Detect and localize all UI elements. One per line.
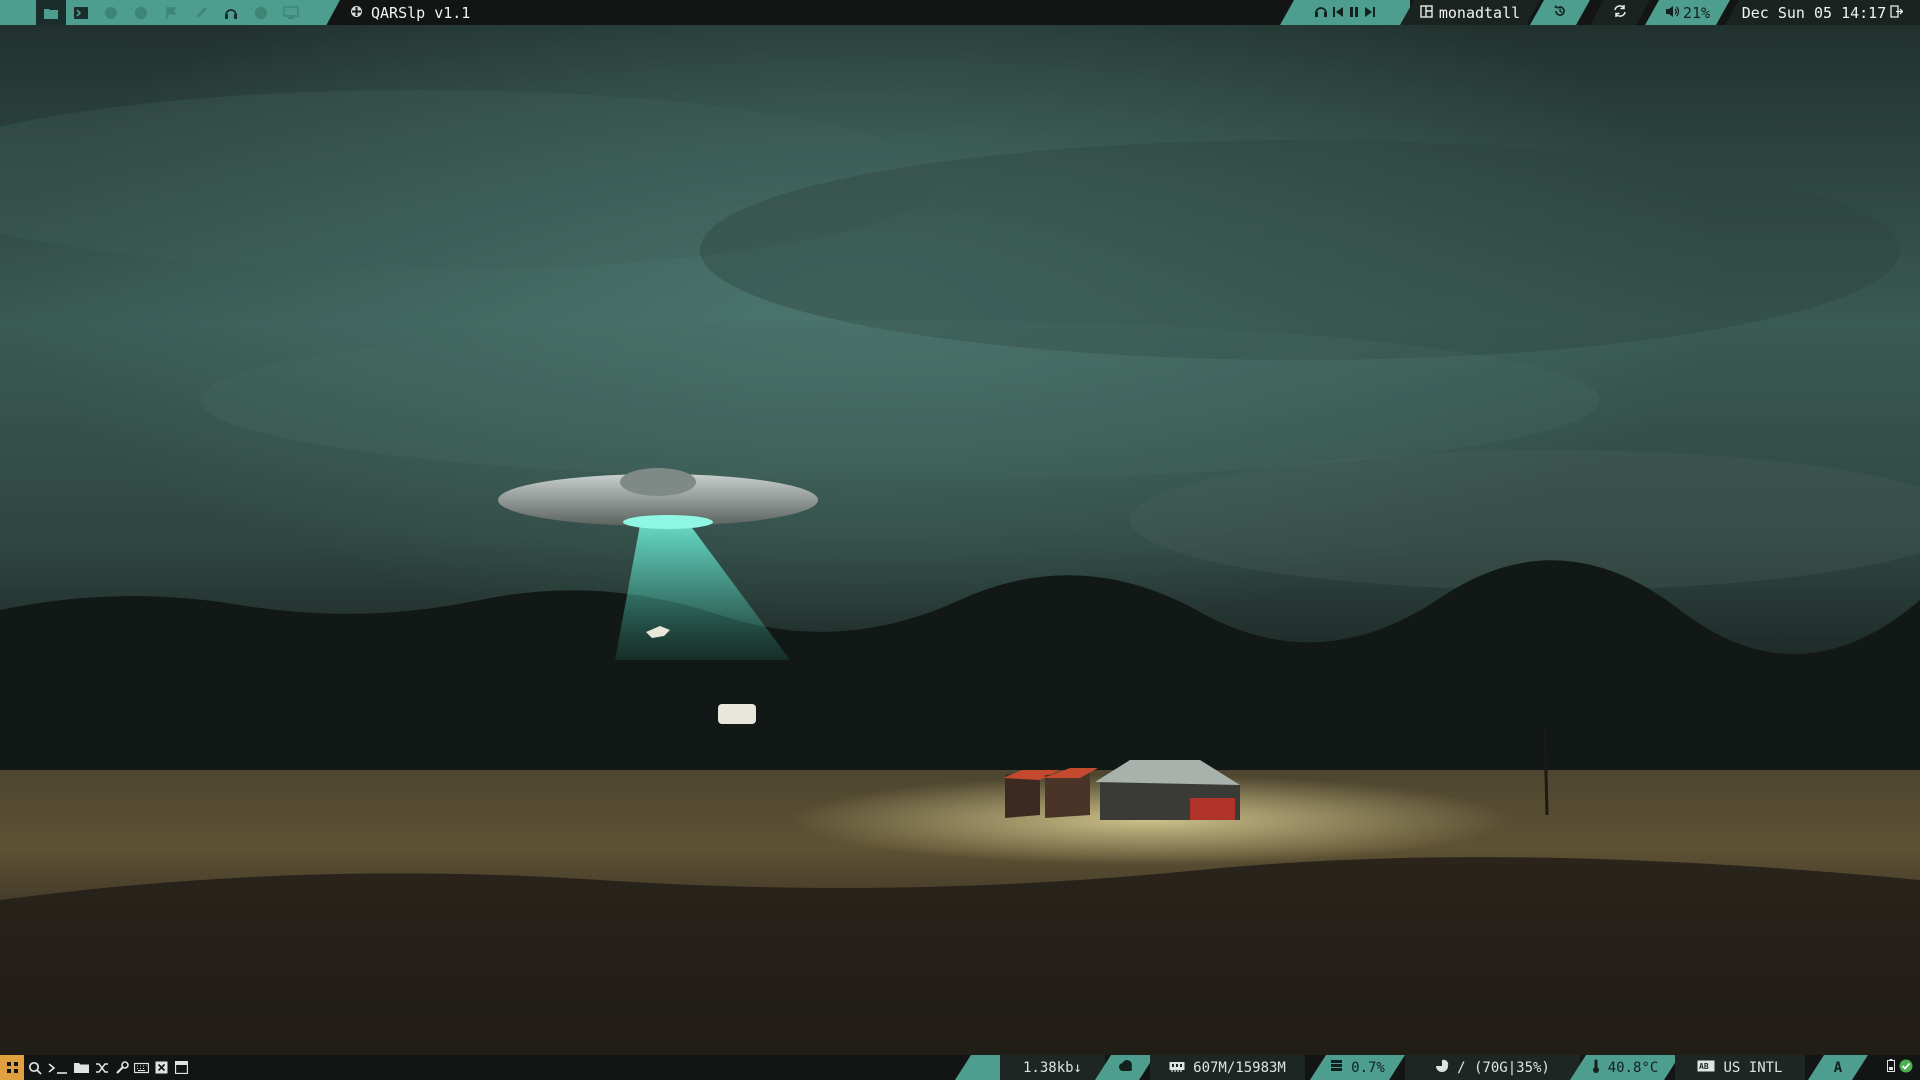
keyboard-layout-text: US INTL — [1723, 1059, 1783, 1076]
keyboard-icon[interactable] — [134, 1060, 149, 1075]
memory-text: 607M/15983M — [1193, 1059, 1286, 1076]
desktop: QARSlp v1.1 monadtall 21% Dec Sun 05 14:… — [0, 0, 1920, 1080]
current-layout[interactable]: monadtall — [1400, 0, 1540, 25]
launcher-area — [0, 1055, 189, 1080]
pause-icon[interactable] — [1348, 4, 1360, 22]
network-speed: 1.38kb↓ — [1000, 1055, 1105, 1080]
thermometer-icon — [1592, 1059, 1600, 1077]
group-icons — [36, 0, 306, 25]
previous-track-icon[interactable] — [1332, 4, 1344, 22]
layout-name: monadtall — [1438, 3, 1521, 22]
group-5-flag-icon[interactable] — [156, 0, 186, 25]
shuffle-icon[interactable] — [94, 1060, 109, 1075]
group-2-terminal-icon[interactable] — [66, 0, 96, 25]
media-controls — [1280, 0, 1410, 25]
app-menu-button[interactable] — [0, 1055, 24, 1080]
window-name: QARSlp v1.1 — [350, 0, 470, 25]
battery-icon[interactable] — [1887, 1059, 1895, 1076]
volume-widget[interactable]: 21% — [1645, 0, 1730, 25]
layout-letter: A — [1833, 1059, 1843, 1076]
history-button[interactable] — [1530, 0, 1590, 25]
keyboard-layout-icon: AB — [1697, 1060, 1715, 1076]
bottom-bar: 1.38kb↓ 607M/15983M 0.7% / (70G|35%) 40.… — [0, 1055, 1920, 1080]
folder-icon[interactable] — [74, 1060, 89, 1075]
volume-icon — [1665, 4, 1679, 22]
top-bar: QARSlp v1.1 monadtall 21% Dec Sun 05 14:… — [0, 0, 1920, 25]
terminal-icon[interactable] — [47, 1060, 69, 1075]
cpu-widget: 0.7% — [1310, 1055, 1405, 1080]
memory-widget: 607M/15983M — [1150, 1055, 1305, 1080]
headphones-icon — [1314, 4, 1328, 22]
cpu-icon — [1330, 1059, 1343, 1076]
clock-text: Dec Sun 05 14:17 — [1741, 3, 1887, 22]
clock[interactable]: Dec Sun 05 14:17 — [1725, 0, 1920, 25]
grid-icon — [6, 1062, 18, 1073]
temperature-text: 40.8°C — [1607, 1059, 1659, 1076]
keyboard-layout-widget[interactable]: AB US INTL — [1675, 1055, 1805, 1080]
group-4-circle-icon[interactable] — [126, 0, 156, 25]
memory-icon — [1169, 1060, 1185, 1076]
cloud-icon — [1117, 1059, 1134, 1076]
group-1-folder-icon[interactable] — [36, 0, 66, 25]
group-8-circle-icon[interactable] — [246, 0, 276, 25]
tools-icon[interactable] — [114, 1060, 129, 1075]
disk-text: / (70G|35%) — [1457, 1059, 1550, 1076]
search-icon[interactable] — [27, 1060, 42, 1075]
temperature-widget: 40.8°C — [1570, 1055, 1680, 1080]
window-title: QARSlp v1.1 — [371, 3, 471, 22]
layout-letter-widget[interactable]: A — [1808, 1055, 1868, 1080]
window-app-icon — [350, 4, 363, 22]
launcher-icons — [27, 1060, 189, 1075]
group-6-pen-icon[interactable] — [186, 0, 216, 25]
wallpaper — [0, 0, 1920, 1080]
close-window-icon[interactable] — [154, 1060, 169, 1075]
history-icon — [1553, 4, 1567, 22]
disk-icon — [1435, 1059, 1449, 1077]
refresh-icon — [1613, 4, 1627, 22]
group-7-headphones-icon[interactable] — [216, 0, 246, 25]
disk-widget: / (70G|35%) — [1405, 1055, 1580, 1080]
check-status-icon[interactable] — [1899, 1059, 1913, 1077]
updates-button[interactable] — [1590, 0, 1650, 25]
window-icon[interactable] — [174, 1060, 189, 1075]
volume-level: 21% — [1682, 3, 1711, 22]
system-tray — [1880, 1055, 1920, 1080]
group-3-circle-icon[interactable] — [96, 0, 126, 25]
logout-icon[interactable] — [1890, 4, 1904, 22]
svg-text:AB: AB — [1699, 1062, 1709, 1071]
cpu-text: 0.7% — [1351, 1059, 1385, 1076]
next-track-icon[interactable] — [1364, 4, 1376, 22]
layout-icon — [1420, 4, 1433, 22]
group-9-monitor-icon[interactable] — [276, 0, 306, 25]
net-speed-text: 1.38kb↓ — [1022, 1059, 1082, 1076]
